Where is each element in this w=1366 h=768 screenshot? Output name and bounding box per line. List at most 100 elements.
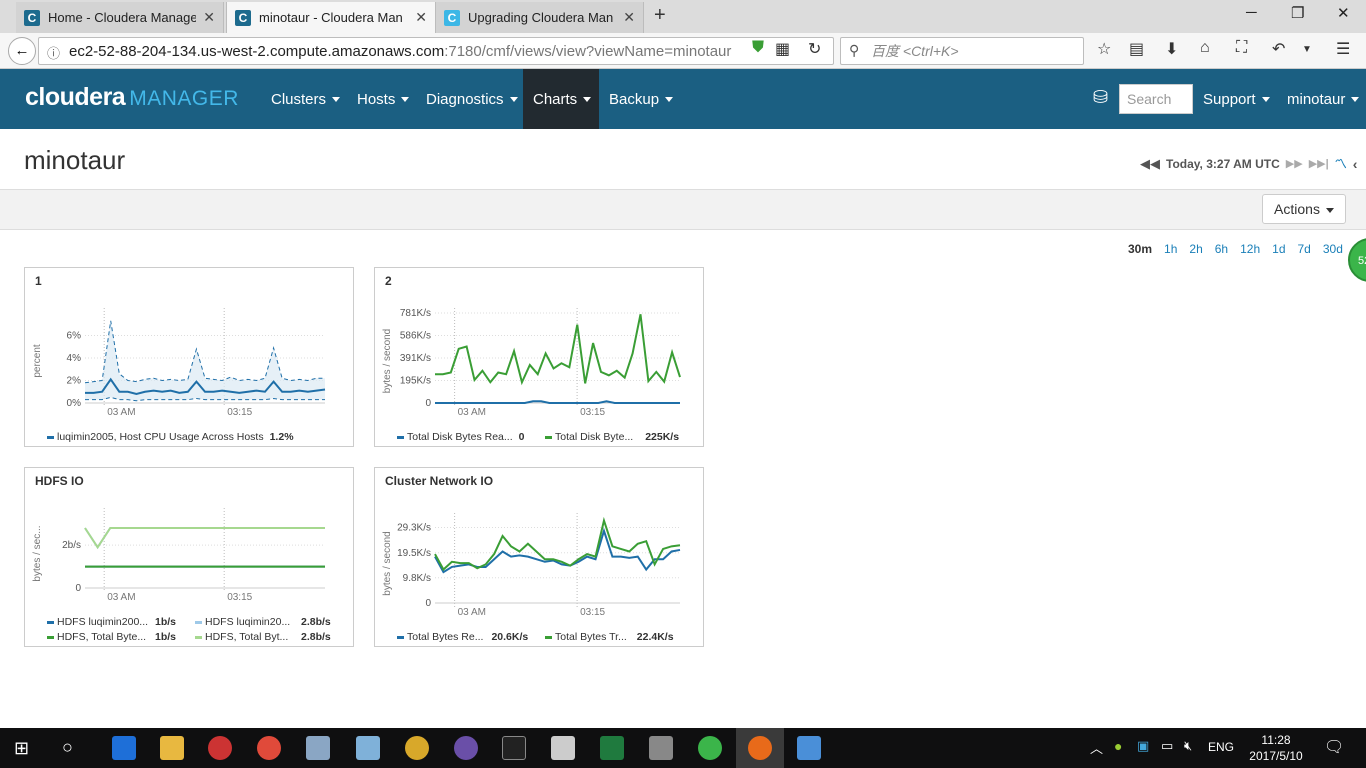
range-6h[interactable]: 6h xyxy=(1215,242,1228,256)
firefox-icon[interactable] xyxy=(748,736,772,760)
legend-swatch xyxy=(47,620,54,624)
tab-upgrading[interactable]: C Upgrading Cloudera Man ✕ xyxy=(436,2,644,33)
range-12h[interactable]: 12h xyxy=(1240,242,1260,256)
excel-icon[interactable] xyxy=(600,736,624,760)
legend-swatch xyxy=(47,435,54,439)
notifications-icon[interactable]: 🗨︎ xyxy=(1324,737,1344,757)
legend-entry[interactable]: Total Bytes Re... 20.6K/s xyxy=(397,631,528,643)
chart-panel-1[interactable]: 0% 2% 4% 6% 03 AM 03:15 percent 1 luqimin2005,… xyxy=(24,267,354,447)
status-badge[interactable]: 52 xyxy=(1348,238,1366,282)
legend-entry[interactable]: HDFS, Total Byte... 1b/s xyxy=(47,631,176,643)
user-app-icon[interactable] xyxy=(551,736,575,760)
browser-search-input[interactable]: ⚲ 百度 <Ctrl+K> xyxy=(840,37,1084,65)
skip-end-icon[interactable]: ▶▶| xyxy=(1309,157,1329,170)
range-1d[interactable]: 1d xyxy=(1272,242,1285,256)
reading-list-icon[interactable]: ▤ xyxy=(1129,39,1144,59)
home-icon[interactable]: ⌂ xyxy=(1200,39,1210,57)
screenshot-icon[interactable]: ⛶ xyxy=(1236,39,1247,57)
range-7d[interactable]: 7d xyxy=(1298,242,1311,256)
cloudera-manager-logo[interactable]: cloudera MANAGER xyxy=(25,83,239,112)
cloudera-favicon-icon: C xyxy=(24,9,40,26)
tray-network-icon[interactable]: ▣ xyxy=(1137,738,1149,754)
tab-minotaur[interactable]: C minotaur - Cloudera Man ✕ xyxy=(226,2,436,33)
qr-code-icon[interactable]: ▦ xyxy=(775,39,790,59)
legend-entry[interactable]: luqimin2005, Host CPU Usage Across Hosts… xyxy=(47,431,294,443)
dropdown-icon[interactable]: ▼ xyxy=(1302,44,1312,55)
tray-app-icon[interactable]: ● xyxy=(1114,738,1122,754)
windows-start-icon[interactable]: ⊞ xyxy=(14,738,29,759)
close-window-icon[interactable]: ✕ xyxy=(1337,4,1350,22)
bookmark-star-icon[interactable]: ☆ xyxy=(1097,39,1111,59)
legend-entry[interactable]: HDFS luqimin20... 2.8b/s xyxy=(195,616,331,628)
parcel-icon[interactable]: ⛁ xyxy=(1093,87,1108,108)
legend-value: 22.4K/s xyxy=(636,631,674,643)
legend-entry[interactable]: Total Disk Byte... 225K/s xyxy=(545,431,679,443)
menu-hosts[interactable]: Hosts xyxy=(347,69,419,129)
close-tab-icon[interactable]: ✕ xyxy=(203,9,215,26)
chart-panel-hdfs-io[interactable]: 0 2b/s 03 AM 03:15 bytes / sec... HDFS IO HD… xyxy=(24,467,354,647)
legend-entry[interactable]: HDFS luqimin200... 1b/s xyxy=(47,616,176,628)
x-tick-label: 03:15 xyxy=(580,607,605,618)
language-indicator[interactable]: ENG xyxy=(1208,740,1234,754)
wechat-icon[interactable] xyxy=(698,736,722,760)
tab-home[interactable]: C Home - Cloudera Manage ✕ xyxy=(16,2,224,33)
cm-search-input[interactable]: Search xyxy=(1119,84,1193,114)
battery-icon[interactable]: ▭ xyxy=(1161,738,1173,754)
system-clock[interactable]: 11:28 2017/5/10 xyxy=(1236,732,1316,764)
chart-panel-2[interactable]: 0 195K/s 391K/s 586K/s 781K/s 03 AM 03:15 bytes… xyxy=(374,267,704,447)
ultraedit-icon[interactable] xyxy=(405,736,429,760)
app-icon[interactable] xyxy=(454,736,478,760)
close-tab-icon[interactable]: ✕ xyxy=(623,9,635,26)
file-explorer-icon[interactable] xyxy=(160,736,184,760)
menu-diagnostics[interactable]: Diagnostics xyxy=(416,69,528,129)
snail-app-icon[interactable] xyxy=(208,736,232,760)
reload-icon[interactable]: ↻ xyxy=(808,39,821,59)
menu-support[interactable]: Support xyxy=(1193,69,1280,129)
actions-button[interactable]: Actions xyxy=(1262,194,1346,224)
chart-panel-cluster-network-io[interactable]: 0 9.8K/s 19.5K/s 29.3K/s 03 AM 03:15 bytes / s… xyxy=(374,467,704,647)
menu-clusters[interactable]: Clusters xyxy=(261,69,350,129)
hamburger-menu-icon[interactable]: ☰ xyxy=(1336,39,1350,59)
network-tool-icon[interactable] xyxy=(649,736,673,760)
chrome-icon[interactable] xyxy=(257,736,281,760)
restore-icon[interactable]: ❐ xyxy=(1291,4,1304,22)
app-window-icon[interactable] xyxy=(797,736,821,760)
back-button[interactable]: ← xyxy=(8,37,36,65)
clock-date: 2017/5/10 xyxy=(1249,749,1303,763)
menu-label: Support xyxy=(1203,90,1256,108)
y-tick-label: 391K/s xyxy=(400,353,431,364)
series-line xyxy=(84,527,325,550)
edge-icon[interactable] xyxy=(112,736,136,760)
menu-backup[interactable]: Backup xyxy=(599,69,683,129)
forward-icon[interactable]: ▶▶ xyxy=(1286,157,1303,170)
menu-user[interactable]: minotaur xyxy=(1277,69,1366,129)
legend-entry[interactable]: Total Disk Bytes Rea... 0 xyxy=(397,431,524,443)
close-tab-icon[interactable]: ✕ xyxy=(415,9,427,26)
menu-charts[interactable]: Charts xyxy=(523,69,599,129)
undo-icon[interactable]: ↶ xyxy=(1272,39,1285,59)
range-30m[interactable]: 30m xyxy=(1128,242,1152,256)
current-time[interactable]: Today, 3:27 AM UTC xyxy=(1166,157,1280,171)
legend-label: Total Disk Bytes Rea... xyxy=(407,431,513,443)
y-axis-label: bytes / second xyxy=(382,531,393,595)
range-2h[interactable]: 2h xyxy=(1189,242,1202,256)
chart-icon[interactable]: 〽 xyxy=(1335,155,1347,172)
minimize-icon[interactable]: ─ xyxy=(1246,4,1257,21)
range-1h[interactable]: 1h xyxy=(1164,242,1177,256)
download-icon[interactable]: ⬇ xyxy=(1165,39,1178,59)
volume-mute-icon[interactable]: 🔇︎ xyxy=(1184,738,1192,754)
collapse-icon[interactable]: ‹ xyxy=(1353,156,1358,172)
rewind-icon[interactable]: ◀◀ xyxy=(1140,156,1160,172)
legend-entry[interactable]: HDFS, Total Byt... 2.8b/s xyxy=(195,631,331,643)
url-bar[interactable]: ⓘ ec2-52-88-204-134.us-west-2.compute.am… xyxy=(38,37,834,65)
remote-desktop-icon[interactable] xyxy=(306,736,330,760)
notepad-icon[interactable] xyxy=(356,736,380,760)
new-tab-button[interactable]: + xyxy=(654,4,666,27)
range-30d[interactable]: 30d xyxy=(1323,242,1343,256)
terminal-icon[interactable] xyxy=(502,736,526,760)
legend-entry[interactable]: Total Bytes Tr... 22.4K/s xyxy=(545,631,674,643)
shield-icon[interactable]: ⛊ xyxy=(752,39,764,57)
chevron-up-icon[interactable]: ︿ xyxy=(1090,738,1103,757)
info-icon[interactable]: ⓘ xyxy=(47,43,60,62)
cortana-icon[interactable]: ○ xyxy=(62,737,73,758)
